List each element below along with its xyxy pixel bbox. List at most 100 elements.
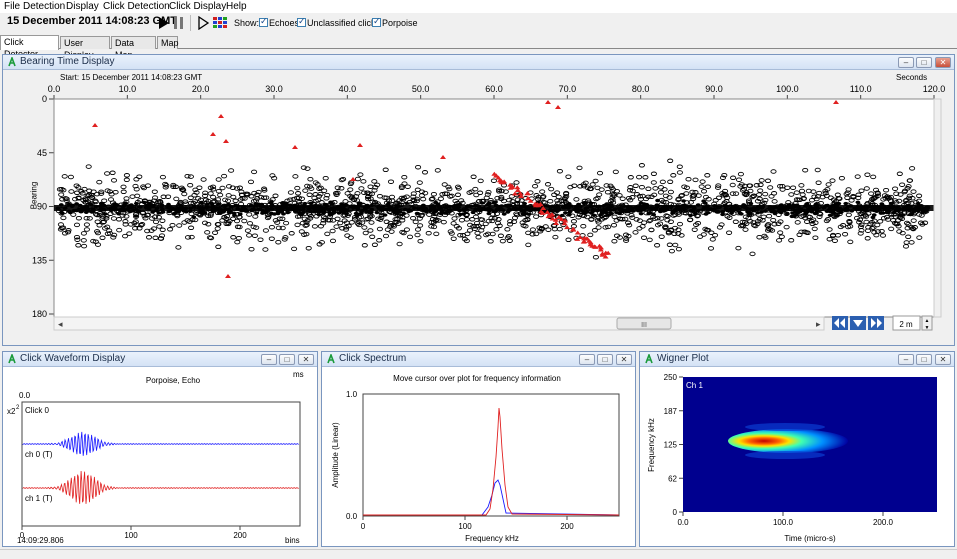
waveform-tick-label: 100 — [124, 531, 138, 540]
spectrum-tick-label: 0 — [361, 522, 366, 531]
wigner-energy — [728, 429, 848, 453]
waveform-unit: ms — [293, 370, 304, 379]
unclassified-checkbox[interactable] — [297, 16, 306, 27]
waveform-scale: x2 — [7, 407, 16, 416]
waveform-titlebar: Click Waveform Display – □ ✕ — [3, 352, 317, 367]
porpoise-checkbox[interactable] — [372, 16, 381, 27]
bearing-tick-label: 45 — [37, 148, 47, 158]
wigner-titlebar: Wigner Plot – □ ✕ — [640, 352, 954, 367]
svg-text:▼: ▼ — [925, 325, 930, 331]
menu-file[interactable]: File — [4, 0, 20, 13]
pamguard-icon — [8, 354, 16, 364]
waveform-title: Click Waveform Display — [20, 353, 126, 364]
minimize-button[interactable]: – — [261, 354, 277, 365]
tab-data-map[interactable]: Data Map — [111, 36, 156, 60]
time-tick-label: 70.0 — [559, 84, 577, 94]
wigner-channel: Ch 1 — [686, 381, 703, 390]
step-icon[interactable] — [197, 16, 211, 30]
spectrum-panel: Click Spectrum – □ ✕ Move cursor over pl… — [321, 351, 636, 547]
waveform-tick-label: 200 — [233, 531, 247, 540]
pause-icon[interactable] — [173, 16, 185, 30]
wigner-plot[interactable]: Ch 1 250 187 125 62 0 0.0 100.0 200.0 Frequenc… — [640, 367, 954, 547]
porpoise-label: Porpoise — [382, 18, 418, 28]
wigner-y-tick-label: 0 — [673, 508, 678, 517]
time-tick-label: 60.0 — [485, 84, 503, 94]
wigner-x-tick-label: 0.0 — [677, 518, 689, 527]
menu-click-display[interactable]: Click Display — [169, 0, 226, 13]
spectrum-titlebar: Click Spectrum – □ ✕ — [322, 352, 635, 367]
scroll-left-icon[interactable]: ◂ — [58, 319, 63, 329]
ch0-label: ch 0 (T) — [25, 450, 53, 459]
show-label: Show: — [234, 18, 260, 28]
time-tick-label: 40.0 — [339, 84, 357, 94]
close-button[interactable]: ✕ — [935, 57, 951, 68]
time-tick-label: 50.0 — [412, 84, 430, 94]
close-button[interactable]: ✕ — [935, 354, 951, 365]
ch1-label: ch 1 (T) — [25, 494, 53, 503]
tab-map[interactable]: Map — [157, 36, 179, 49]
close-button[interactable]: ✕ — [616, 354, 632, 365]
menu-click-detection[interactable]: Click Detection — [103, 0, 170, 13]
time-tick-label: 0.0 — [48, 84, 61, 94]
close-button[interactable]: ✕ — [298, 354, 314, 365]
play-icon[interactable] — [157, 16, 171, 30]
bearing-time-plot[interactable]: 0.0 10.0 20.0 30.0 40.0 50.0 60.0 70.0 80.0 90.0 1… — [3, 79, 954, 345]
time-tick-label: 80.0 — [632, 84, 650, 94]
scroll-right-icon[interactable]: ▸ — [816, 319, 821, 329]
spectrum-tick-label: 100 — [458, 522, 472, 531]
wigner-y-label: Frequency kHz — [647, 418, 656, 472]
wigner-y-tick-label: 125 — [664, 441, 678, 450]
bearing-tick-label: 180 — [32, 309, 47, 319]
wigner-x-tick-label: 100.0 — [773, 518, 794, 527]
scroll-thumb-grip: III — [641, 322, 647, 329]
bearing-tick-label: 135 — [32, 255, 47, 265]
minimize-button[interactable]: – — [898, 354, 914, 365]
menu-help[interactable]: Help — [226, 0, 247, 13]
time-tick-label: 120.0 — [923, 84, 946, 94]
spectrum-y-bottom: 0.0 — [346, 512, 358, 521]
bearing-time-panel: Bearing Time Display – □ ✕ Start: 15 Dec… — [2, 54, 955, 346]
menu-detection[interactable]: Detection — [23, 0, 65, 13]
maximize-button[interactable]: □ — [279, 354, 295, 365]
spectrum-tick-label: 200 — [560, 522, 574, 531]
waveform-scale-exp: 2 — [16, 405, 20, 411]
maximize-button[interactable]: □ — [597, 354, 613, 365]
menu-display[interactable]: Display — [66, 0, 99, 13]
tab-click-detector[interactable]: Click Detector — [0, 35, 59, 59]
tab-bar: Click Detector User Display Data Map Map — [0, 35, 957, 60]
time-tick-label: 90.0 — [705, 84, 723, 94]
wigner-panel: Wigner Plot – □ ✕ Ch 1 250 187 125 62 0 0.0 1… — [639, 351, 955, 547]
echoes-checkbox[interactable] — [259, 16, 268, 27]
toolbar-separator — [190, 15, 191, 31]
color-grid-icon[interactable] — [213, 17, 227, 29]
echoes-label: Echoes — [269, 18, 300, 28]
time-span-value: 2 m — [899, 320, 913, 329]
maximize-button[interactable]: □ — [916, 354, 932, 365]
click-label: Click 0 — [25, 406, 50, 415]
waveform-subtitle: Porpoise, Echo — [146, 376, 201, 385]
svg-text:▲: ▲ — [925, 318, 930, 324]
nav-buttons — [832, 316, 884, 330]
minimize-button[interactable]: – — [579, 354, 595, 365]
bearing-time-titlebar: Bearing Time Display – □ ✕ — [3, 55, 954, 70]
spectrum-title: Click Spectrum — [339, 353, 407, 364]
horizontal-scrollbar[interactable] — [53, 316, 825, 331]
time-tick-label: 110.0 — [850, 84, 872, 94]
current-datetime: 15 December 2011 14:08:23 GMT — [7, 15, 177, 27]
toolbar: 15 December 2011 14:08:23 GMT Show: Echo… — [0, 13, 957, 33]
maximize-button[interactable]: □ — [916, 57, 932, 68]
time-tick-label: 100.0 — [776, 84, 799, 94]
tab-user-display[interactable]: User Display — [60, 36, 110, 60]
bearing-tick-label: 90 — [37, 202, 47, 212]
waveform-plot[interactable]: Porpoise, Echo ms 0.0 x2 2 Click 0 ch 0 … — [3, 367, 317, 547]
minimize-button[interactable]: – — [898, 57, 914, 68]
spectrum-plot[interactable]: Move cursor over plot for frequency info… — [322, 367, 635, 547]
time-tick-label: 30.0 — [265, 84, 283, 94]
spectrum-y-top: 1.0 — [346, 390, 358, 399]
vertical-scrollbar[interactable] — [933, 98, 942, 318]
wigner-y-tick-label: 62 — [668, 474, 677, 483]
wigner-x-tick-label: 200.0 — [873, 518, 894, 527]
waveform-panel: Click Waveform Display – □ ✕ Porpoise, E… — [2, 351, 318, 547]
waveform-time: 14:09:29.806 — [17, 536, 64, 545]
time-tick-label: 20.0 — [192, 84, 210, 94]
